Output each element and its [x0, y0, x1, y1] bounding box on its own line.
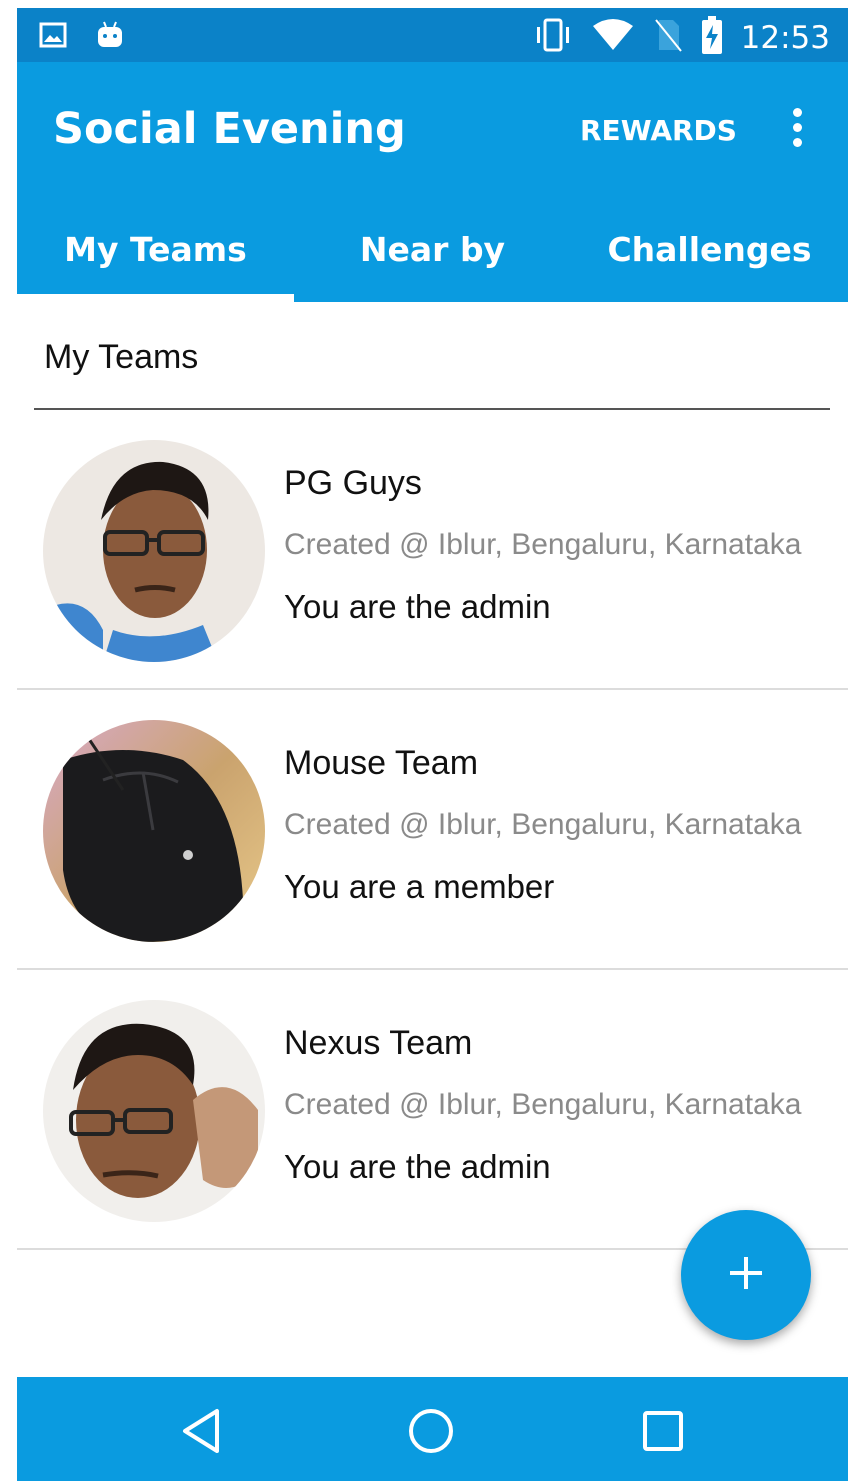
tab-challenges[interactable]: Challenges — [571, 216, 848, 302]
team-list-item[interactable]: Mouse Team Created @ Iblur, Bengaluru, K… — [17, 690, 848, 970]
battery-charging-icon — [701, 16, 723, 59]
team-location: Created @ Iblur, Bengaluru, Karnataka — [284, 528, 802, 561]
tab-my-teams[interactable]: My Teams — [17, 216, 294, 302]
navigation-bar — [17, 1377, 848, 1481]
team-location: Created @ Iblur, Bengaluru, Karnataka — [284, 1088, 802, 1121]
app-screen: 12:53 Social Evening REWARDS My Teams Ne… — [17, 8, 848, 1481]
team-name: Mouse Team — [284, 744, 479, 782]
team-name: PG Guys — [284, 464, 422, 502]
team-avatar — [43, 1000, 265, 1222]
team-list-item[interactable]: PG Guys Created @ Iblur, Bengaluru, Karn… — [17, 410, 848, 690]
no-sim-icon — [653, 17, 683, 58]
team-role: You are a member — [284, 868, 555, 905]
section-title: My Teams — [44, 338, 199, 376]
team-avatar — [43, 440, 265, 662]
team-location: Created @ Iblur, Bengaluru, Karnataka — [284, 808, 802, 841]
android-icon — [95, 20, 125, 55]
app-title: Social Evening — [53, 104, 406, 154]
tab-near-by[interactable]: Near by — [294, 216, 571, 302]
tab-indicator — [17, 294, 294, 302]
team-role: You are the admin — [284, 1148, 551, 1185]
team-avatar — [43, 720, 265, 942]
vibrate-icon — [533, 18, 573, 57]
more-vert-icon[interactable] — [787, 108, 807, 148]
team-list-item[interactable]: Nexus Team Created @ Iblur, Bengaluru, K… — [17, 970, 848, 1250]
recents-icon[interactable] — [633, 1401, 693, 1461]
back-icon[interactable] — [171, 1401, 231, 1461]
status-bar: 12:53 — [17, 8, 848, 62]
home-icon[interactable] — [401, 1401, 461, 1461]
rewards-button[interactable]: REWARDS — [580, 114, 737, 147]
add-team-button[interactable] — [681, 1210, 811, 1340]
tab-bar: My Teams Near by Challenges — [17, 216, 848, 302]
status-time: 12:53 — [740, 19, 830, 56]
app-bar: Social Evening REWARDS My Teams Near by … — [17, 62, 848, 302]
team-role: You are the admin — [284, 588, 551, 625]
image-icon — [39, 22, 67, 53]
team-name: Nexus Team — [284, 1024, 473, 1062]
wifi-icon — [591, 18, 635, 57]
add-icon — [726, 1253, 766, 1298]
